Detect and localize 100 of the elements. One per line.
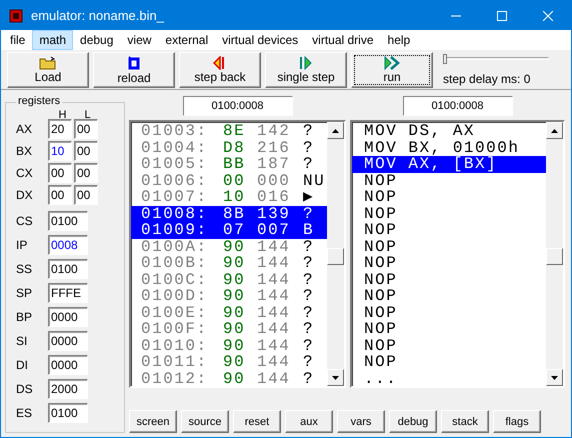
register-field[interactable]: 00 <box>74 185 98 205</box>
menu-item[interactable]: virtual devices <box>215 30 306 50</box>
memory-row[interactable]: 01011: 90 144 ? <box>131 354 327 370</box>
register-field[interactable]: 0008 <box>48 235 88 255</box>
hex-value: 90 <box>223 255 246 272</box>
instruction-row[interactable]: ... <box>352 370 546 386</box>
menu-item[interactable]: help <box>380 30 418 50</box>
panel-button[interactable]: vars <box>337 410 385 433</box>
memory-row[interactable]: 01005: BB 187 ? <box>131 156 327 172</box>
register-label: CS <box>16 214 34 228</box>
register-field[interactable]: 10 <box>48 141 72 161</box>
step-icon <box>299 56 313 70</box>
decimal-value: 144 <box>257 321 292 338</box>
register-field[interactable]: 20 <box>48 119 72 139</box>
toolbar-button[interactable]: Load <box>7 52 89 88</box>
register-field[interactable]: 00 <box>74 141 98 161</box>
panel-button[interactable]: stack <box>441 410 489 433</box>
instruction-row[interactable]: MOV AX, [BX] <box>352 156 546 172</box>
instruction-row[interactable]: MOV DS, AX <box>352 123 546 140</box>
char-value: ? <box>303 338 316 354</box>
toolbar-button[interactable]: reload <box>93 52 175 88</box>
memory-row[interactable]: 0100A: 90 144 ? <box>131 238 327 255</box>
address-text: 0100C: <box>140 272 209 288</box>
up-arrow-icon[interactable] <box>551 128 558 132</box>
memory-row[interactable]: 01008: 8B 139 ? <box>131 206 327 222</box>
instruction-row[interactable]: NOP <box>352 172 546 189</box>
register-field[interactable]: 0100 <box>48 403 88 423</box>
scrollbar-thumb[interactable] <box>327 248 344 265</box>
menu-item[interactable]: file <box>3 30 32 50</box>
menu-item[interactable]: external <box>158 30 216 50</box>
menu-item[interactable]: virtual drive <box>305 30 381 50</box>
memory-row[interactable]: 0100D: 90 144 ? <box>131 288 327 304</box>
panel-button[interactable]: aux <box>285 410 333 433</box>
char-value: ? <box>303 156 316 172</box>
memory-row[interactable]: 01009: 07 007 B <box>131 222 327 238</box>
memory-row[interactable]: 01004: D8 216 ? <box>131 140 327 156</box>
address-text: 0100B: <box>140 255 209 272</box>
instruction-row[interactable]: MOV BX, 01000h <box>352 140 546 156</box>
memory-row[interactable]: 0100C: 90 144 ? <box>131 272 327 288</box>
instruction-row[interactable]: NOP <box>352 238 546 255</box>
toolbar-button[interactable]: single step <box>265 52 347 88</box>
step-back-icon <box>213 56 227 70</box>
instruction-row[interactable]: NOP <box>352 321 546 338</box>
instruction-row[interactable]: NOP <box>352 288 546 304</box>
panel-button[interactable]: debug <box>389 410 437 433</box>
register-field[interactable]: 00 <box>74 163 98 183</box>
menu-item[interactable]: view <box>120 30 158 50</box>
menu-item[interactable]: debug <box>73 30 120 50</box>
instruction-row[interactable]: NOP <box>352 189 546 206</box>
address-field[interactable]: 0100:0008 <box>402 96 512 116</box>
scrollbar[interactable] <box>546 122 563 386</box>
char-value: ? <box>303 288 316 304</box>
memory-row[interactable]: 0100F: 90 144 ? <box>131 321 327 338</box>
instruction-row[interactable]: NOP <box>352 354 546 370</box>
register-field[interactable]: 00 <box>48 163 72 183</box>
panel-button[interactable]: reset <box>233 410 281 433</box>
panel-button[interactable]: flags <box>493 410 541 433</box>
register-field[interactable]: FFFE <box>48 283 88 303</box>
register-field[interactable]: 0100 <box>48 211 88 231</box>
memory-row[interactable]: 01010: 90 144 ? <box>131 338 327 354</box>
toolbar-button[interactable]: step back <box>179 52 261 88</box>
instruction-row[interactable]: NOP <box>352 206 546 222</box>
register-field[interactable]: 0000 <box>48 355 88 375</box>
address-text: 01007: <box>140 189 209 206</box>
memory-row[interactable]: 01003: 8E 142 ? <box>131 123 327 140</box>
memory-row[interactable]: 01006: 00 000 NU <box>131 172 327 189</box>
memory-row[interactable]: 01012: 90 144 ? <box>131 370 327 386</box>
hex-value: D8 <box>223 140 246 156</box>
scrollbar-thumb[interactable] <box>546 248 563 265</box>
address-field[interactable]: 0100:0008 <box>182 96 292 116</box>
register-field[interactable]: 2000 <box>48 379 88 399</box>
instruction-row[interactable]: NOP <box>352 304 546 321</box>
toolbar-button[interactable]: run <box>351 52 433 88</box>
slider-thumb[interactable] <box>443 54 447 64</box>
instruction-row[interactable]: NOP <box>352 338 546 354</box>
register-field[interactable]: 00 <box>48 185 72 205</box>
instruction-row[interactable]: NOP <box>352 222 546 238</box>
decimal-value: 144 <box>257 272 292 288</box>
close-icon[interactable] <box>543 10 553 20</box>
maximize-icon[interactable] <box>497 10 507 20</box>
register-field[interactable]: 0000 <box>48 331 88 351</box>
memory-row[interactable]: 0100B: 90 144 ? <box>131 255 327 272</box>
hex-value: 90 <box>223 370 246 386</box>
register-field[interactable]: 0100 <box>48 259 88 279</box>
panel-button[interactable]: screen <box>129 410 177 433</box>
instruction-row[interactable]: NOP <box>352 272 546 288</box>
register-field[interactable]: 00 <box>74 119 98 139</box>
menu-item[interactable]: math <box>32 30 74 50</box>
address-text: 01003: <box>140 123 209 140</box>
register-field[interactable]: 0000 <box>48 307 88 327</box>
instruction-row[interactable]: NOP <box>352 255 546 272</box>
down-arrow-icon[interactable] <box>551 376 558 380</box>
memory-row[interactable]: 01007: 10 016 ▶ <box>131 189 327 206</box>
scrollbar[interactable] <box>327 122 344 386</box>
window-title: emulator: noname.bin_ <box>31 8 166 23</box>
memory-row[interactable]: 0100E: 90 144 ? <box>131 304 327 321</box>
down-arrow-icon[interactable] <box>332 376 339 380</box>
up-arrow-icon[interactable] <box>332 128 339 132</box>
panel-button[interactable]: source <box>181 410 229 433</box>
decimal-value: 139 <box>257 206 292 222</box>
